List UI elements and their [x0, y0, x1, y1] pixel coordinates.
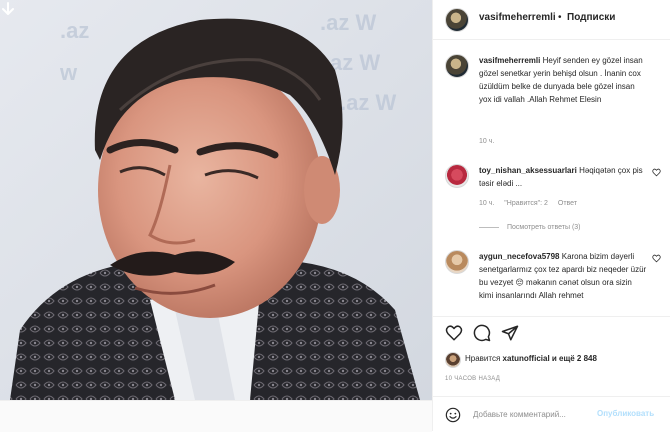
comment-input[interactable]	[473, 405, 593, 423]
publish-button[interactable]: Опубликовать	[597, 409, 654, 418]
post-photo[interactable]: .az .az W az W .az W w	[0, 0, 432, 400]
svg-text:w: w	[59, 60, 78, 85]
likes-summary: Нравится xatunofficial и ещё 2 848	[433, 346, 670, 372]
post-timestamp[interactable]: 10 ЧАСОВ НАЗАД	[445, 376, 500, 382]
likes-count[interactable]: и ещё 2 848	[552, 354, 597, 363]
arrow-down-icon[interactable]	[2, 2, 14, 16]
heart-icon[interactable]	[445, 324, 463, 342]
comments-list[interactable]: vasifmeherremli Heyif senden ey gözel in…	[433, 40, 670, 336]
svg-text:.az W: .az W	[340, 90, 396, 115]
share-icon[interactable]	[501, 324, 519, 342]
likes-prefix: Нравится	[465, 354, 501, 363]
comment-time[interactable]: 10 ч.	[479, 138, 494, 145]
subscribe-button[interactable]: Подписки	[567, 12, 615, 23]
profile-avatar[interactable]	[445, 54, 469, 78]
flowers-avatar[interactable]	[445, 164, 469, 188]
comment-likes[interactable]: "Нравится": 2	[504, 200, 548, 207]
view-replies-label: Посмотреть ответы (3)	[507, 224, 581, 231]
header-separator: •	[558, 12, 562, 23]
caption-comment: vasifmeherremli Heyif senden ey gözel in…	[433, 54, 670, 150]
liker-avatar[interactable]	[445, 352, 461, 368]
reply-button[interactable]: Ответ	[558, 200, 577, 207]
svg-text:az W: az W	[330, 50, 380, 75]
comment-time[interactable]: 10 ч.	[479, 200, 494, 207]
comment-meta: 10 ч. "Нравится": 2 Ответ	[479, 200, 585, 207]
post-header: vasifmeherremli • Подписки	[433, 0, 670, 40]
view-replies-button[interactable]: Посмотреть ответы (3)	[479, 224, 581, 231]
comment-text: toy_nishan_aksessuarlari Həqiqətən çox p…	[479, 164, 647, 190]
liker-username[interactable]: xatunofficial	[503, 354, 550, 363]
post-sidebar: vasifmeherremli • Подписки vasifmeherrem…	[432, 0, 670, 432]
emoji-icon[interactable]	[445, 407, 461, 423]
like-comment-heart-icon[interactable]	[652, 254, 661, 263]
likes-text: Нравится xatunofficial и ещё 2 848	[465, 354, 597, 363]
add-comment-bar: Опубликовать	[433, 396, 670, 432]
comment-text: aygun_necefova5798 Karona bizim dəyerli …	[479, 250, 647, 302]
comment-username[interactable]: aygun_necefova5798	[479, 252, 560, 261]
author-username[interactable]: vasifmeherremli	[479, 12, 556, 23]
author-avatar[interactable]	[445, 8, 469, 32]
replies-line	[479, 226, 499, 228]
post-actions	[433, 316, 670, 347]
instagram-post-view: .az .az W az W .az W w vasifmeherremli •…	[0, 0, 670, 432]
svg-text:.az: .az	[60, 18, 89, 43]
portrait-image: .az .az W az W .az W w	[0, 0, 432, 400]
comment-username[interactable]: vasifmeherremli	[479, 56, 540, 65]
comment-meta: 10 ч.	[479, 138, 502, 145]
svg-text:.az W: .az W	[320, 10, 376, 35]
comment-icon[interactable]	[473, 324, 491, 342]
page-background-strip	[0, 400, 432, 432]
comment-text: vasifmeherremli Heyif senden ey gözel in…	[479, 54, 647, 106]
comment-item: toy_nishan_aksessuarlari Həqiqətən çox p…	[433, 164, 670, 234]
like-comment-heart-icon[interactable]	[652, 168, 661, 177]
woman-avatar[interactable]	[445, 250, 469, 274]
comment-username[interactable]: toy_nishan_aksessuarlari	[479, 166, 577, 175]
